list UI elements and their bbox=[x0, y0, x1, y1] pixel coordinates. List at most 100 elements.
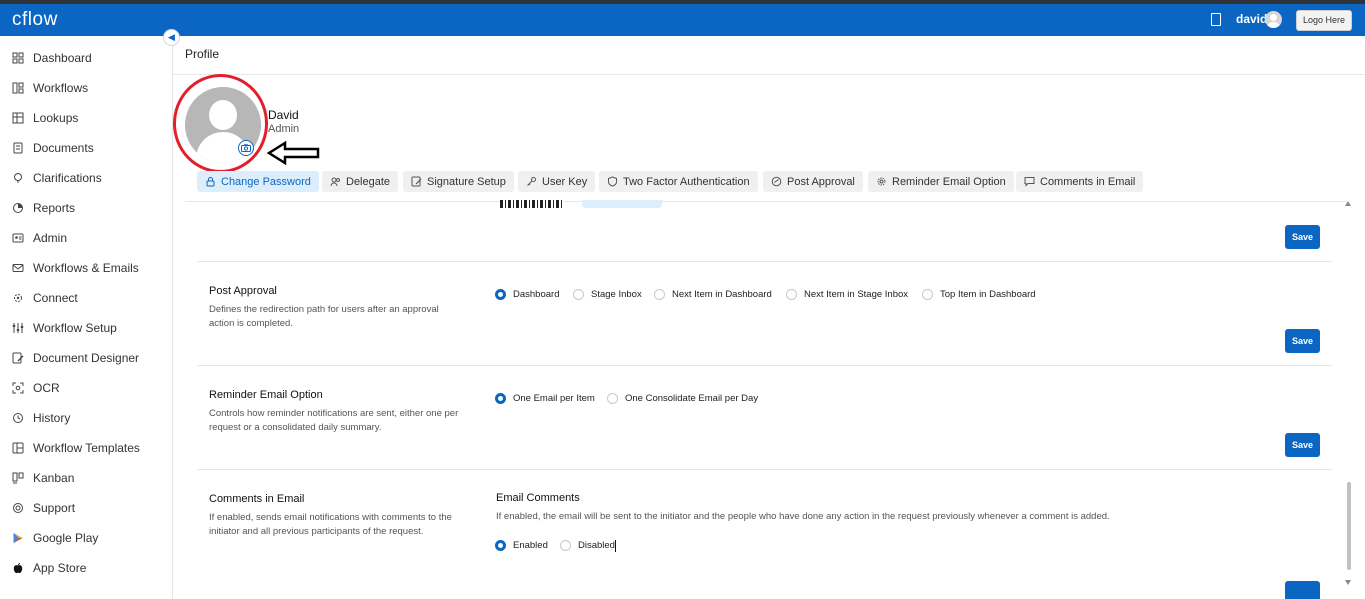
radio-one-email-per-item[interactable]: One Email per Item bbox=[495, 393, 595, 404]
dashboard-icon bbox=[12, 52, 24, 64]
sidebar-item-label: Workflow Templates bbox=[33, 441, 140, 455]
sidebar-item-support[interactable]: Support bbox=[0, 493, 172, 523]
sidebar-item-label: Workflows & Emails bbox=[33, 261, 139, 275]
radio-stage-inbox[interactable]: Stage Inbox bbox=[573, 289, 642, 300]
sidebar-item-label: Lookups bbox=[33, 111, 79, 125]
users-icon bbox=[330, 176, 341, 187]
user-avatar-icon[interactable] bbox=[1265, 11, 1282, 28]
sidebar-item-label: Document Designer bbox=[33, 351, 140, 365]
sidebar-item-history[interactable]: History bbox=[0, 403, 172, 433]
templates-icon bbox=[12, 442, 24, 454]
save-button[interactable]: Save bbox=[1285, 225, 1320, 249]
sidebar-item-workflow-templates[interactable]: Workflow Templates bbox=[0, 433, 172, 463]
scan-icon bbox=[12, 382, 24, 394]
sidebar-collapse-button[interactable]: ◀ bbox=[163, 29, 180, 46]
lock-icon bbox=[205, 176, 216, 187]
logout-button[interactable]: Logo Here bbox=[1296, 10, 1352, 31]
sidebar-item-label: Dashboard bbox=[33, 51, 92, 65]
camera-icon bbox=[241, 144, 251, 152]
radio-one-consolidate-email-per-day[interactable]: One Consolidate Email per Day bbox=[607, 393, 758, 404]
tab-comments-in-email[interactable]: Comments in Email bbox=[1016, 171, 1144, 192]
profile-name: David bbox=[268, 108, 299, 122]
sidebar-item-document-designer[interactable]: Document Designer bbox=[0, 343, 172, 373]
cflow-logo[interactable]: cflow bbox=[12, 9, 58, 31]
gear-icon bbox=[876, 176, 887, 187]
sidebar-item-dashboard[interactable]: Dashboard bbox=[0, 43, 172, 73]
sidebar-item-lookups[interactable]: Lookups bbox=[0, 103, 172, 133]
connect-icon bbox=[12, 292, 24, 304]
reminder-email-title: Reminder Email Option bbox=[209, 389, 323, 401]
save-button-partial[interactable] bbox=[1285, 581, 1320, 599]
scrollbar-thumb[interactable] bbox=[1347, 482, 1351, 570]
support-icon bbox=[12, 502, 24, 514]
sidebar-item-documents[interactable]: Documents bbox=[0, 133, 172, 163]
partial-button bbox=[582, 200, 662, 208]
sidebar-item-workflow-setup[interactable]: Workflow Setup bbox=[0, 313, 172, 343]
radio-top-item-in-dashboard[interactable]: Top Item in Dashboard bbox=[922, 289, 1036, 300]
sidebar-item-connect[interactable]: Connect bbox=[0, 283, 172, 313]
sidebar-item-admin[interactable]: Admin bbox=[0, 223, 172, 253]
sidebar-item-label: Admin bbox=[33, 231, 68, 245]
radio-next-item-in-stage-inbox[interactable]: Next Item in Stage Inbox bbox=[786, 289, 908, 300]
page-title: Profile bbox=[185, 47, 220, 61]
sidebar-item-clarifications[interactable]: Clarifications bbox=[0, 163, 172, 193]
tab-user-key[interactable]: User Key bbox=[518, 171, 596, 192]
check-circle-icon bbox=[771, 176, 782, 187]
sidebar-item-label: Support bbox=[33, 501, 76, 515]
scroll-up-icon[interactable] bbox=[1345, 201, 1351, 206]
sidebar-item-app-store[interactable]: App Store bbox=[0, 553, 172, 583]
sidebar-item-ocr[interactable]: OCR bbox=[0, 373, 172, 403]
sidebar-item-label: Google Play bbox=[33, 531, 99, 545]
tab-post-approval[interactable]: Post Approval bbox=[763, 171, 863, 192]
comments-email-description: If enabled, sends email notifications wi… bbox=[209, 512, 452, 537]
radio-disabled[interactable]: Disabled bbox=[560, 540, 615, 551]
sidebar-item-label: Clarifications bbox=[33, 171, 102, 185]
chevron-left-icon: ◀ bbox=[168, 32, 175, 42]
divider bbox=[197, 261, 1332, 262]
pie-chart-icon bbox=[12, 202, 24, 214]
tab-signature-setup[interactable]: Signature Setup bbox=[403, 171, 514, 192]
key-icon bbox=[526, 176, 537, 187]
change-photo-button[interactable] bbox=[238, 140, 254, 156]
document-icon bbox=[12, 142, 24, 154]
scroll-down-icon[interactable] bbox=[1345, 580, 1351, 585]
tab-change-password[interactable]: Change Password bbox=[197, 171, 319, 192]
sidebar-item-label: Workflow Setup bbox=[33, 321, 117, 335]
post-approval-description: Defines the redirection path for users a… bbox=[209, 304, 439, 329]
qr-code-partial bbox=[500, 200, 564, 208]
tab-delegate[interactable]: Delegate bbox=[322, 171, 399, 192]
document-icon[interactable] bbox=[1211, 13, 1221, 26]
table-icon bbox=[12, 112, 24, 124]
tab-reminder-email-option[interactable]: Reminder Email Option bbox=[868, 171, 1014, 192]
sidebar-item-label: OCR bbox=[33, 381, 60, 395]
sidebar-item-kanban[interactable]: Kanban bbox=[0, 463, 172, 493]
header-username[interactable]: david bbox=[1236, 12, 1267, 26]
app-header: cflow david Logo Here bbox=[0, 4, 1365, 36]
shield-icon bbox=[607, 176, 618, 187]
save-button[interactable]: Save bbox=[1285, 329, 1320, 353]
sidebar-item-reports[interactable]: Reports bbox=[0, 193, 172, 223]
apple-icon bbox=[12, 562, 24, 574]
save-button[interactable]: Save bbox=[1285, 433, 1320, 457]
edit-doc-icon bbox=[12, 352, 24, 364]
comments-email-title: Comments in Email bbox=[209, 493, 305, 505]
radio-enabled[interactable]: Enabled bbox=[495, 540, 548, 551]
radio-next-item-in-dashboard[interactable]: Next Item in Dashboard bbox=[654, 289, 772, 300]
sidebar-item-workflows[interactable]: Workflows bbox=[0, 73, 172, 103]
reminder-email-description: Controls how reminder notifications are … bbox=[209, 408, 459, 433]
email-comments-title: Email Comments bbox=[496, 492, 580, 504]
sidebar-item-google-play[interactable]: Google Play bbox=[0, 523, 172, 553]
divider bbox=[197, 365, 1332, 366]
tab-two-factor-authentication[interactable]: Two Factor Authentication bbox=[599, 171, 758, 192]
sidebar-item-label: Kanban bbox=[33, 471, 75, 485]
google-play-icon bbox=[12, 532, 24, 544]
sidebar-item-workflows-emails[interactable]: Workflows & Emails bbox=[0, 253, 172, 283]
admin-icon bbox=[12, 232, 24, 244]
radio-dashboard[interactable]: Dashboard bbox=[495, 289, 559, 300]
sidebar-item-label: History bbox=[33, 411, 71, 425]
divider bbox=[185, 201, 1347, 202]
email-comments-description: If enabled, the email will be sent to th… bbox=[496, 511, 1110, 522]
sidebar: Dashboard Workflows Lookups Documents Cl… bbox=[0, 36, 173, 599]
profile-role: Admin bbox=[268, 123, 300, 135]
workflows-icon bbox=[12, 82, 24, 94]
